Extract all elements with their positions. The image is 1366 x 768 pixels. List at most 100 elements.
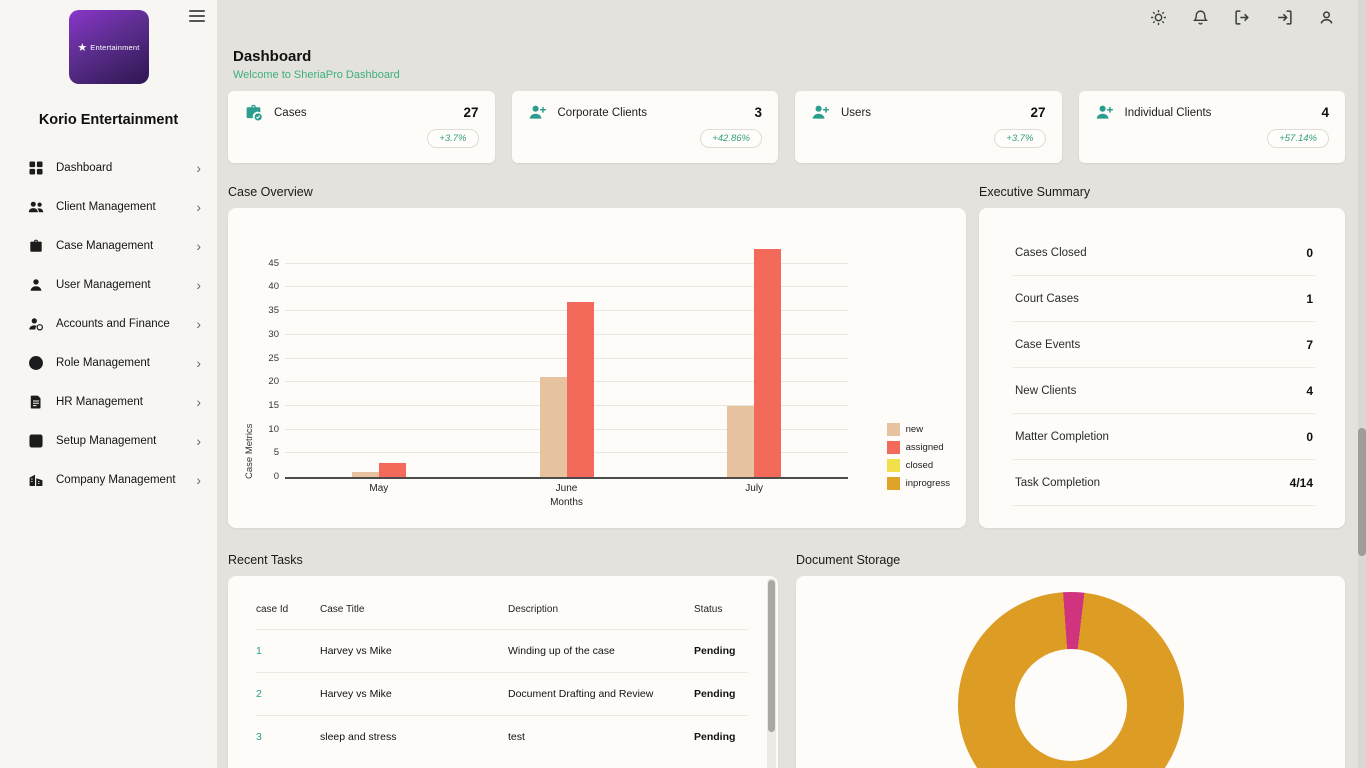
chevron-right-icon: › [196,473,201,487]
legend-label: new [906,424,923,435]
y-tick-label: 25 [257,353,279,364]
menu-toggle-button[interactable] [189,7,205,25]
table-row: 3 sleep and stress test Pending [256,715,748,758]
table-body: 1 Harvey vs Mike Winding up of the case … [256,629,748,758]
page-scrollbar-thumb[interactable] [1358,428,1366,556]
sidebar-item-label: Role Management [56,357,196,369]
sidebar-item-role-management[interactable]: Role Management › [0,343,217,382]
sidebar-item-hr-management[interactable]: HR Management › [0,382,217,421]
people-icon [28,199,44,215]
sidebar-item-label: Setup Management [56,435,196,447]
legend-swatch [887,459,900,472]
summary-value: 4 [1306,384,1313,398]
circle-check-icon [28,355,44,371]
sidebar-item-setup-management[interactable]: Setup Management › [0,421,217,460]
table-scrollbar-thumb[interactable] [768,580,775,732]
case-overview-chart-card: Case Metrics Months 051015202530354045Ma… [228,208,966,528]
sidebar-item-dashboard[interactable]: Dashboard › [0,148,217,187]
summary-row-court-cases: Court Cases 1 [1013,276,1315,322]
stat-badge-row: +3.7% [244,129,479,148]
recent-tasks-card: case Id Case Title Description Status 1 … [228,576,778,768]
stat-badge: +3.7% [427,129,478,148]
x-tick-label: June [556,483,578,494]
sidebar-item-label: Accounts and Finance [56,318,196,330]
person-add-icon [528,103,547,122]
stat-badge: +42.86% [700,129,762,148]
summary-row-task-completion: Task Completion 4/14 [1013,460,1315,506]
legend-item-closed: closed [887,459,950,472]
stat-label: Users [841,107,1030,119]
company-name: Korio Entertainment [0,112,217,128]
legend-item-assigned: assigned [887,441,950,454]
page-scrollbar[interactable] [1358,0,1366,768]
recent-tasks-section: Recent Tasks case Id Case Title Descript… [228,553,778,768]
sidebar-item-case-management[interactable]: Case Management › [0,226,217,265]
enter-icon [1276,9,1293,26]
bar-group-may [352,463,406,477]
chevron-right-icon: › [196,200,201,214]
logo-label: Entertainment [90,43,139,52]
donut-chart [958,592,1184,768]
summary-value: 0 [1306,246,1313,260]
profile-icon [1318,9,1335,26]
main-content: Dashboard Welcome to SheriaPro Dashboard… [217,0,1366,768]
topbar-button-brightness[interactable] [1150,9,1167,26]
sidebar: ★ Entertainment Korio Entertainment Dash… [0,0,217,768]
topbar-button-notifications[interactable] [1192,9,1209,26]
chevron-right-icon: › [196,395,201,409]
page-title: Dashboard [233,48,1340,65]
sidebar-item-accounts-and-finance[interactable]: Accounts and Finance › [0,304,217,343]
star-icon: ★ [77,41,87,54]
stat-card-top: Users 27 [811,103,1046,122]
sidebar-item-user-management[interactable]: User Management › [0,265,217,304]
document-storage-card [796,576,1345,768]
stat-value: 27 [463,105,478,120]
stat-card-cases: Cases 27 +3.7% [228,91,495,163]
table-scrollbar[interactable] [767,578,776,768]
case-id-link[interactable]: 3 [256,716,320,758]
stat-label: Corporate Clients [558,107,755,119]
person-add-icon [811,103,830,122]
sidebar-item-label: User Management [56,279,196,291]
col-header-case-id: case Id [256,596,320,629]
legend-swatch [887,423,900,436]
topbar-button-logout[interactable] [1234,9,1251,26]
case-id-link[interactable]: 2 [256,673,320,715]
sidebar-nav: Dashboard › Client Management › Case Man… [0,148,217,499]
stat-value: 3 [754,105,762,120]
middle-row: Case Overview Case Metrics Months 051015… [228,185,1345,528]
topbar [228,0,1345,34]
summary-row-case-events: Case Events 7 [1013,322,1315,368]
stat-card-top: Cases 27 [244,103,479,122]
summary-label: Cases Closed [1015,247,1087,259]
summary-label: Matter Completion [1015,431,1109,443]
x-axis-title: Months [550,497,583,508]
summary-value: 1 [1306,292,1313,306]
person-coin-icon [28,316,44,332]
y-tick-label: 40 [257,281,279,292]
grid-icon [28,160,44,176]
topbar-button-profile[interactable] [1318,9,1335,26]
summary-value: 0 [1306,430,1313,444]
case-overview-section: Case Overview Case Metrics Months 051015… [228,185,966,528]
y-tick-label: 35 [257,305,279,316]
stat-badge: +57.14% [1267,129,1329,148]
summary-row-new-clients: New Clients 4 [1013,368,1315,414]
bar-chart-plot: Months 051015202530354045MayJuneJuly [285,242,848,479]
summary-label: Task Completion [1015,477,1100,489]
table-row: 1 Harvey vs Mike Winding up of the case … [256,629,748,672]
stat-value: 27 [1030,105,1045,120]
case-id-link[interactable]: 1 [256,630,320,672]
y-axis-title: Case Metrics [244,242,255,479]
case-title-cell: Harvey vs Mike [320,673,508,715]
y-tick-label: 45 [257,258,279,269]
sidebar-item-company-management[interactable]: Company Management › [0,460,217,499]
stat-label: Cases [274,107,463,119]
legend-label: assigned [906,442,944,453]
section-title-recent-tasks: Recent Tasks [228,553,778,567]
sidebar-item-client-management[interactable]: Client Management › [0,187,217,226]
page-header: Dashboard Welcome to SheriaPro Dashboard [233,48,1340,81]
topbar-button-enter[interactable] [1276,9,1293,26]
notifications-icon [1192,9,1209,26]
description-cell: Document Drafting and Review [508,673,694,715]
